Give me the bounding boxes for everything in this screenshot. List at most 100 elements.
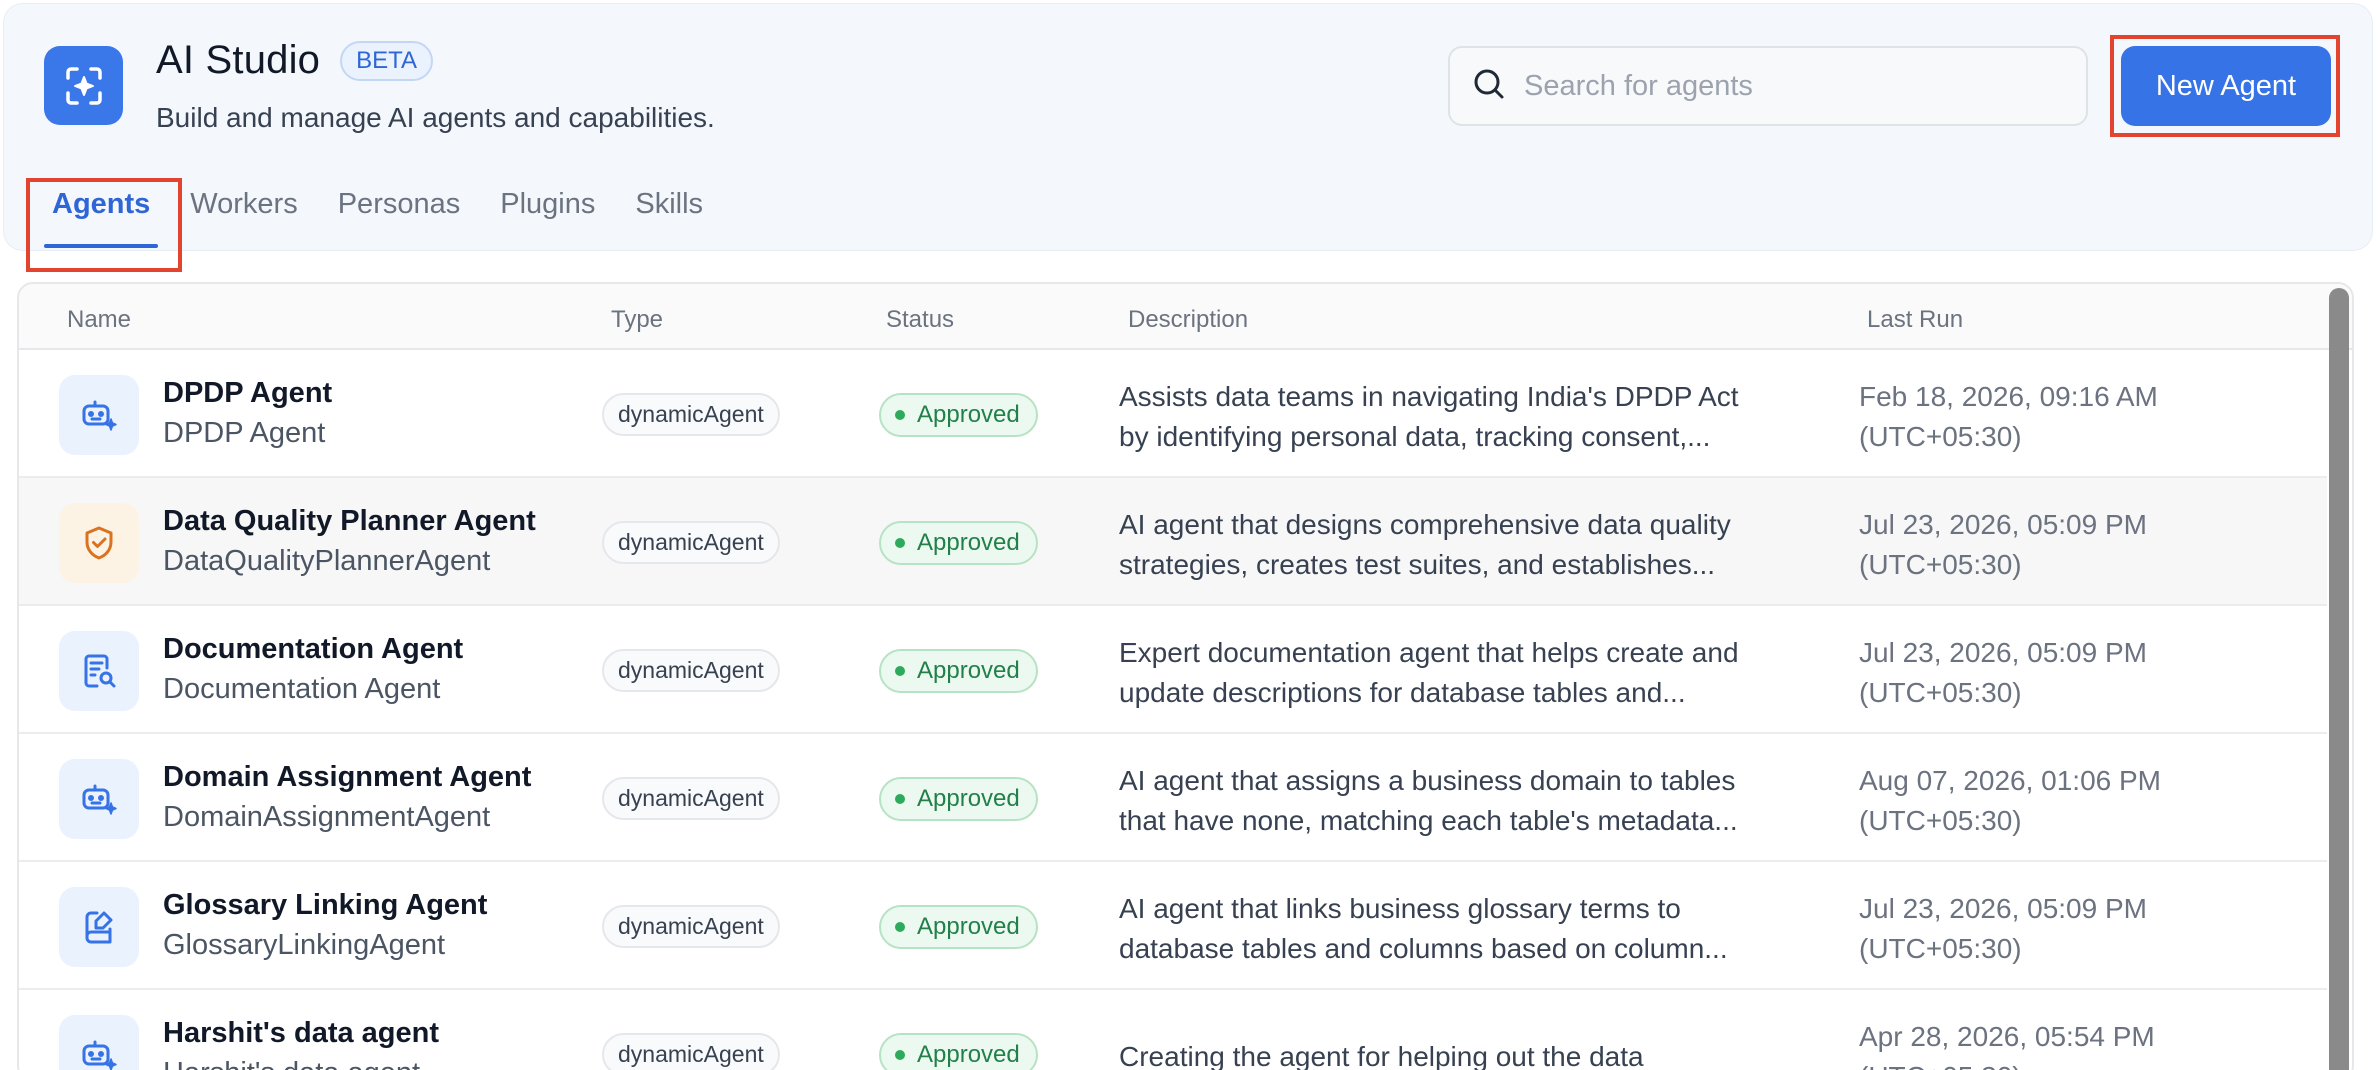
table-row[interactable]: Domain Assignment Agent DomainAssignment… bbox=[19, 734, 2327, 862]
agent-name[interactable]: Domain Assignment Agent bbox=[163, 761, 531, 794]
status-dot-icon bbox=[895, 666, 905, 676]
agent-description: AI agent that designs comprehensive data… bbox=[1119, 505, 1799, 585]
description-line: AI agent that assigns a business domain … bbox=[1119, 765, 1736, 796]
status-badge: Approved bbox=[879, 1033, 1038, 1070]
agent-description: Creating the agent for helping out the d… bbox=[1119, 1037, 1799, 1070]
status-label: Approved bbox=[917, 401, 1020, 428]
last-run: Jul 23, 2026, 05:09 PM (UTC+05:30) bbox=[1859, 633, 2147, 713]
column-header-type[interactable]: Type bbox=[611, 306, 663, 334]
agent-id: Documentation Agent bbox=[163, 673, 441, 705]
book-edit-icon bbox=[59, 887, 139, 967]
description-line: by identifying personal data, tracking c… bbox=[1119, 421, 1711, 452]
last-run-date: Jul 23, 2026, 05:09 PM bbox=[1859, 509, 2147, 540]
agent-description: Expert documentation agent that helps cr… bbox=[1119, 633, 1799, 713]
shield-check-icon bbox=[59, 503, 139, 583]
description-line: strategies, creates test suites, and est… bbox=[1119, 549, 1716, 580]
last-run-date: Feb 18, 2026, 09:16 AM bbox=[1859, 381, 2158, 412]
status-badge: Approved bbox=[879, 905, 1038, 949]
last-run-timezone: (UTC+05:30) bbox=[1859, 677, 2022, 708]
agent-name[interactable]: Documentation Agent bbox=[163, 633, 463, 666]
table-row[interactable]: Documentation Agent Documentation Agent … bbox=[19, 606, 2327, 734]
description-line: Creating the agent for helping out the d… bbox=[1119, 1041, 1644, 1070]
description-line: AI agent that designs comprehensive data… bbox=[1119, 509, 1731, 540]
agent-description: Assists data teams in navigating India's… bbox=[1119, 377, 1799, 457]
last-run-date: Jul 23, 2026, 05:09 PM bbox=[1859, 637, 2147, 668]
status-dot-icon bbox=[895, 410, 905, 420]
last-run-timezone: (UTC+05:30) bbox=[1859, 421, 2022, 452]
table-row[interactable]: Harshit's data agent Harshit's data agen… bbox=[19, 990, 2327, 1070]
type-badge: dynamicAgent bbox=[602, 521, 780, 564]
last-run-timezone: (UTC+05:30) bbox=[1859, 805, 2022, 836]
agents-tab-highlight bbox=[26, 178, 182, 272]
table-scrollbar[interactable] bbox=[2329, 288, 2349, 1070]
status-label: Approved bbox=[917, 1041, 1020, 1068]
bot-sparkle-icon bbox=[59, 1015, 139, 1070]
last-run-date: Apr 28, 2026, 05:54 PM bbox=[1859, 1021, 2155, 1052]
description-line: Expert documentation agent that helps cr… bbox=[1119, 637, 1739, 668]
last-run-timezone: (UTC+05:30) bbox=[1859, 549, 2022, 580]
description-line: update descriptions for database tables … bbox=[1119, 677, 1686, 708]
search-input[interactable] bbox=[1524, 69, 2084, 103]
description-line: Assists data teams in navigating India's… bbox=[1119, 381, 1739, 412]
new-agent-button[interactable]: New Agent bbox=[2121, 46, 2331, 126]
agent-id: Harshit's data agent bbox=[163, 1057, 420, 1070]
description-line: that have none, matching each table's me… bbox=[1119, 805, 1738, 836]
column-header-description[interactable]: Description bbox=[1128, 306, 1248, 334]
status-badge: Approved bbox=[879, 649, 1038, 693]
agent-name[interactable]: Harshit's data agent bbox=[163, 1017, 439, 1050]
last-run-date: Jul 23, 2026, 05:09 PM bbox=[1859, 893, 2147, 924]
agent-name[interactable]: DPDP Agent bbox=[163, 377, 332, 410]
status-dot-icon bbox=[895, 538, 905, 548]
status-dot-icon bbox=[895, 1050, 905, 1060]
beta-badge: BETA bbox=[340, 40, 434, 81]
table-header: Name Type Status Description Last Run bbox=[19, 284, 2352, 350]
tab-personas[interactable]: Personas bbox=[338, 188, 461, 248]
agent-description: AI agent that assigns a business domain … bbox=[1119, 761, 1799, 841]
document-search-icon bbox=[59, 631, 139, 711]
last-run: Feb 18, 2026, 09:16 AM (UTC+05:30) bbox=[1859, 377, 2158, 457]
last-run: Aug 07, 2026, 01:06 PM (UTC+05:30) bbox=[1859, 761, 2161, 841]
type-badge: dynamicAgent bbox=[602, 777, 780, 820]
status-dot-icon bbox=[895, 794, 905, 804]
agent-name[interactable]: Glossary Linking Agent bbox=[163, 889, 487, 922]
agent-id: GlossaryLinkingAgent bbox=[163, 929, 446, 961]
status-label: Approved bbox=[917, 913, 1020, 940]
bot-sparkle-icon bbox=[59, 375, 139, 455]
status-dot-icon bbox=[895, 922, 905, 932]
table-row[interactable]: DPDP Agent DPDP Agent dynamicAgent Appro… bbox=[19, 350, 2327, 478]
type-badge: dynamicAgent bbox=[602, 1033, 780, 1070]
last-run: Jul 23, 2026, 05:09 PM (UTC+05:30) bbox=[1859, 505, 2147, 585]
last-run-timezone: (UTC+05:30) bbox=[1859, 933, 2022, 964]
column-header-status[interactable]: Status bbox=[886, 306, 954, 334]
search-box[interactable] bbox=[1448, 46, 2088, 126]
page-title: AI Studio bbox=[156, 38, 321, 82]
page-subtitle: Build and manage AI agents and capabilit… bbox=[156, 102, 715, 133]
agent-name[interactable]: Data Quality Planner Agent bbox=[163, 505, 536, 538]
table-row[interactable]: Glossary Linking Agent GlossaryLinkingAg… bbox=[19, 862, 2327, 990]
type-badge: dynamicAgent bbox=[602, 649, 780, 692]
title-row: AI Studio BETA bbox=[156, 38, 434, 83]
type-badge: dynamicAgent bbox=[602, 393, 780, 436]
bot-sparkle-icon bbox=[59, 759, 139, 839]
column-header-last-run[interactable]: Last Run bbox=[1867, 306, 1963, 334]
last-run: Apr 28, 2026, 05:54 PM (UTC+05:30) bbox=[1859, 1017, 2155, 1070]
description-line: database tables and columns based on col… bbox=[1119, 933, 1728, 964]
description-line: AI agent that links business glossary te… bbox=[1119, 893, 1681, 924]
column-header-name[interactable]: Name bbox=[67, 306, 131, 334]
agent-id: DataQualityPlannerAgent bbox=[163, 545, 491, 577]
tab-workers[interactable]: Workers bbox=[190, 188, 297, 248]
ai-studio-logo-icon bbox=[44, 46, 123, 125]
agent-id: DomainAssignmentAgent bbox=[163, 801, 491, 833]
last-run: Jul 23, 2026, 05:09 PM (UTC+05:30) bbox=[1859, 889, 2147, 969]
agent-id: DPDP Agent bbox=[163, 417, 326, 449]
agents-table: Name Type Status Description Last Run DP… bbox=[17, 282, 2354, 1070]
tab-skills[interactable]: Skills bbox=[635, 188, 703, 248]
type-badge: dynamicAgent bbox=[602, 905, 780, 948]
search-icon bbox=[1472, 67, 1506, 106]
status-badge: Approved bbox=[879, 393, 1038, 437]
agent-description: AI agent that links business glossary te… bbox=[1119, 889, 1799, 969]
tab-plugins[interactable]: Plugins bbox=[500, 188, 595, 248]
last-run-date: Aug 07, 2026, 01:06 PM bbox=[1859, 765, 2161, 796]
status-label: Approved bbox=[917, 529, 1020, 556]
table-row[interactable]: Data Quality Planner Agent DataQualityPl… bbox=[19, 478, 2327, 606]
